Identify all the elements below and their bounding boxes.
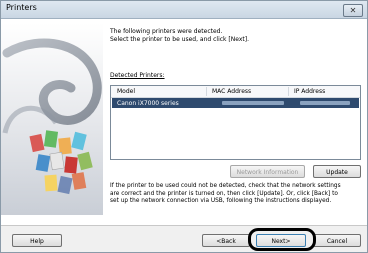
close-button[interactable]: ✕ xyxy=(343,4,363,17)
note-line-2: are correct and the printer is turned on… xyxy=(110,190,338,197)
note-line-3: set up the network connection via USB, f… xyxy=(110,198,332,204)
detected-printers-label: Detected Printers: xyxy=(110,72,165,79)
printer-model-cell: Canon iX7000 series xyxy=(117,99,179,107)
intro-text: The following printers were detected. Se… xyxy=(110,28,249,44)
mac-address-cell-redacted xyxy=(222,101,284,105)
ip-address-cell-redacted xyxy=(300,101,350,105)
update-button[interactable]: Update xyxy=(313,165,361,178)
column-divider xyxy=(206,87,207,96)
detected-printers-table[interactable]: Model MAC Address IP Address Canon iX700… xyxy=(110,85,361,160)
window-title: Printers xyxy=(6,3,37,12)
table-header: Model MAC Address IP Address xyxy=(111,86,360,98)
dialog-content: The following printers were detected. Se… xyxy=(1,19,367,225)
footer-divider xyxy=(1,225,367,226)
column-divider xyxy=(288,87,289,96)
column-header-model[interactable]: Model xyxy=(117,88,135,95)
back-button[interactable]: <Back xyxy=(202,234,250,247)
intro-line-1: The following printers were detected. xyxy=(110,28,223,35)
instruction-note: If the printer to be used could not be d… xyxy=(110,183,362,206)
printer-illustration-image xyxy=(1,23,103,215)
printers-dialog: Printers ✕ The following printers were d… xyxy=(0,0,368,253)
note-line-1: If the printer to be used could not be d… xyxy=(110,183,341,189)
next-button-callout xyxy=(248,228,316,251)
column-header-ip-address[interactable]: IP Address xyxy=(294,88,325,95)
intro-line-2: Select the printer to be used, and click… xyxy=(110,36,249,43)
title-bar: Printers ✕ xyxy=(1,1,367,19)
network-information-button[interactable]: Network Information xyxy=(230,165,305,178)
table-row[interactable]: Canon iX7000 series xyxy=(112,98,359,108)
column-header-mac-address[interactable]: MAC Address xyxy=(212,88,251,95)
help-button[interactable]: Help xyxy=(12,234,62,247)
cancel-button[interactable]: Cancel xyxy=(313,234,361,247)
